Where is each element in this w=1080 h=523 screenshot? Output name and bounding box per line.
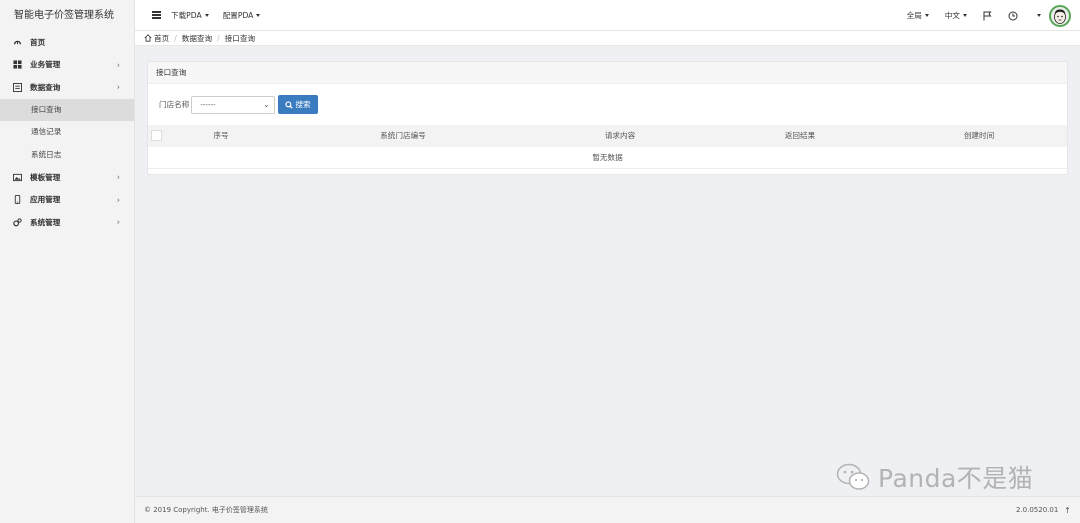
interface-query-panel: 接口查询 门店名称 ------ ⌄ 搜索 序号 系统门店编号 请求内容 返回结… <box>147 61 1068 175</box>
sidebar-item-system[interactable]: 系统管理 › <box>0 211 134 234</box>
column-header[interactable]: 序号 <box>213 125 228 147</box>
sidebar-subitem-comm-records[interactable]: 通信记录 <box>0 121 134 144</box>
chevron-right-icon: › <box>116 60 120 70</box>
watermark-text: Panda不是猫 <box>878 464 1034 493</box>
user-menu[interactable] <box>1034 4 1071 27</box>
column-header[interactable]: 创建时间 <box>964 125 994 147</box>
config-pda-menu[interactable]: 配置PDA <box>223 10 261 21</box>
app-title: 智能电子价签管理系统 <box>0 0 134 31</box>
sidebar-item-label: 应用管理 <box>30 195 61 205</box>
sidebar: 智能电子价签管理系统 首页 业务管理 › 数据查询 › 接口查询 通信记录 系统… <box>0 0 135 523</box>
results-table: 序号 系统门店编号 请求内容 返回结果 创建时间 暂无数据 <box>148 125 1067 169</box>
footer: © 2019 Copyright. 电子价签管理系统 2.0.0520.01 ↑ <box>135 496 1080 523</box>
sidebar-item-data-query[interactable]: 数据查询 › <box>0 76 134 99</box>
breadcrumb-current: 接口查询 <box>224 33 256 43</box>
grid-icon <box>12 60 22 70</box>
clock-icon[interactable] <box>1008 11 1018 21</box>
store-select[interactable]: ------ ⌄ <box>191 95 276 114</box>
sidebar-item-application[interactable]: 应用管理 › <box>0 189 134 212</box>
sidebar-nav: 首页 业务管理 › 数据查询 › 接口查询 通信记录 系统日志 模板管理 › 应… <box>0 31 134 234</box>
chevron-down-icon: ⌄ <box>263 100 270 109</box>
top-navbar: 下载PDA 配置PDA 全局 中文 <box>135 0 1080 31</box>
sidebar-item-label: 首页 <box>30 37 46 47</box>
chevron-right-icon: › <box>116 82 120 92</box>
table-header: 序号 系统门店编号 请求内容 返回结果 创建时间 <box>148 125 1067 147</box>
sidebar-item-label: 模板管理 <box>30 172 61 182</box>
panel-title: 接口查询 <box>148 62 1067 84</box>
language-dropdown[interactable]: 中文 <box>945 10 967 21</box>
wechat-icon <box>836 463 870 490</box>
empty-state: 暂无数据 <box>148 147 1067 169</box>
scope-dropdown[interactable]: 全局 <box>907 10 929 21</box>
sidebar-item-label: 系统管理 <box>30 217 61 227</box>
download-pda-menu[interactable]: 下载PDA <box>171 10 209 21</box>
search-form: 门店名称 ------ ⌄ 搜索 <box>159 95 318 114</box>
sidebar-item-business[interactable]: 业务管理 › <box>0 54 134 77</box>
store-name-label: 门店名称 <box>159 100 190 109</box>
caret-down-icon <box>963 14 967 17</box>
sidebar-subitem-system-log[interactable]: 系统日志 <box>0 144 134 167</box>
chevron-right-icon: › <box>116 195 120 205</box>
sidebar-item-template[interactable]: 模板管理 › <box>0 166 134 189</box>
chevron-right-icon: › <box>116 172 120 182</box>
select-all-checkbox[interactable] <box>151 130 162 141</box>
caret-down-icon <box>924 14 929 17</box>
sidebar-item-label: 数据查询 <box>30 82 61 92</box>
image-icon <box>12 172 22 182</box>
column-header[interactable]: 返回结果 <box>785 125 815 147</box>
column-header[interactable]: 请求内容 <box>605 125 635 147</box>
cogs-icon <box>12 217 22 227</box>
chevron-right-icon: › <box>116 217 120 227</box>
sidebar-item-label: 业务管理 <box>30 60 61 70</box>
search-button[interactable]: 搜索 <box>278 95 318 114</box>
caret-down-icon <box>256 14 261 17</box>
mobile-icon <box>12 195 22 205</box>
top-right-controls: 全局 中文 <box>891 0 1071 31</box>
watermark: Panda不是猫 <box>836 459 1033 495</box>
column-header[interactable]: 系统门店编号 <box>380 125 426 147</box>
flag-icon[interactable] <box>983 11 992 21</box>
avatar <box>1049 4 1071 27</box>
dashboard-icon <box>12 37 22 47</box>
breadcrumb: 首页 / 数据查询 / 接口查询 <box>135 31 1080 46</box>
search-icon <box>285 100 294 109</box>
copyright-text: © 2019 Copyright. 电子价签管理系统 <box>144 506 268 514</box>
caret-down-icon <box>1037 14 1041 17</box>
list-icon <box>12 82 22 92</box>
top-menu: 下载PDA 配置PDA <box>171 10 261 21</box>
scroll-top-icon[interactable]: ↑ <box>1064 506 1071 515</box>
sidebar-item-home[interactable]: 首页 <box>0 31 134 54</box>
sidebar-subitem-interface-query[interactable]: 接口查询 <box>0 98 134 121</box>
home-icon <box>144 34 152 42</box>
version-text: 2.0.0520.01 <box>1015 506 1059 514</box>
breadcrumb-home[interactable]: 首页 <box>154 33 169 44</box>
caret-down-icon <box>204 14 209 17</box>
menu-toggle-icon[interactable] <box>152 11 161 19</box>
breadcrumb-data-query[interactable]: 数据查询 <box>182 33 212 44</box>
